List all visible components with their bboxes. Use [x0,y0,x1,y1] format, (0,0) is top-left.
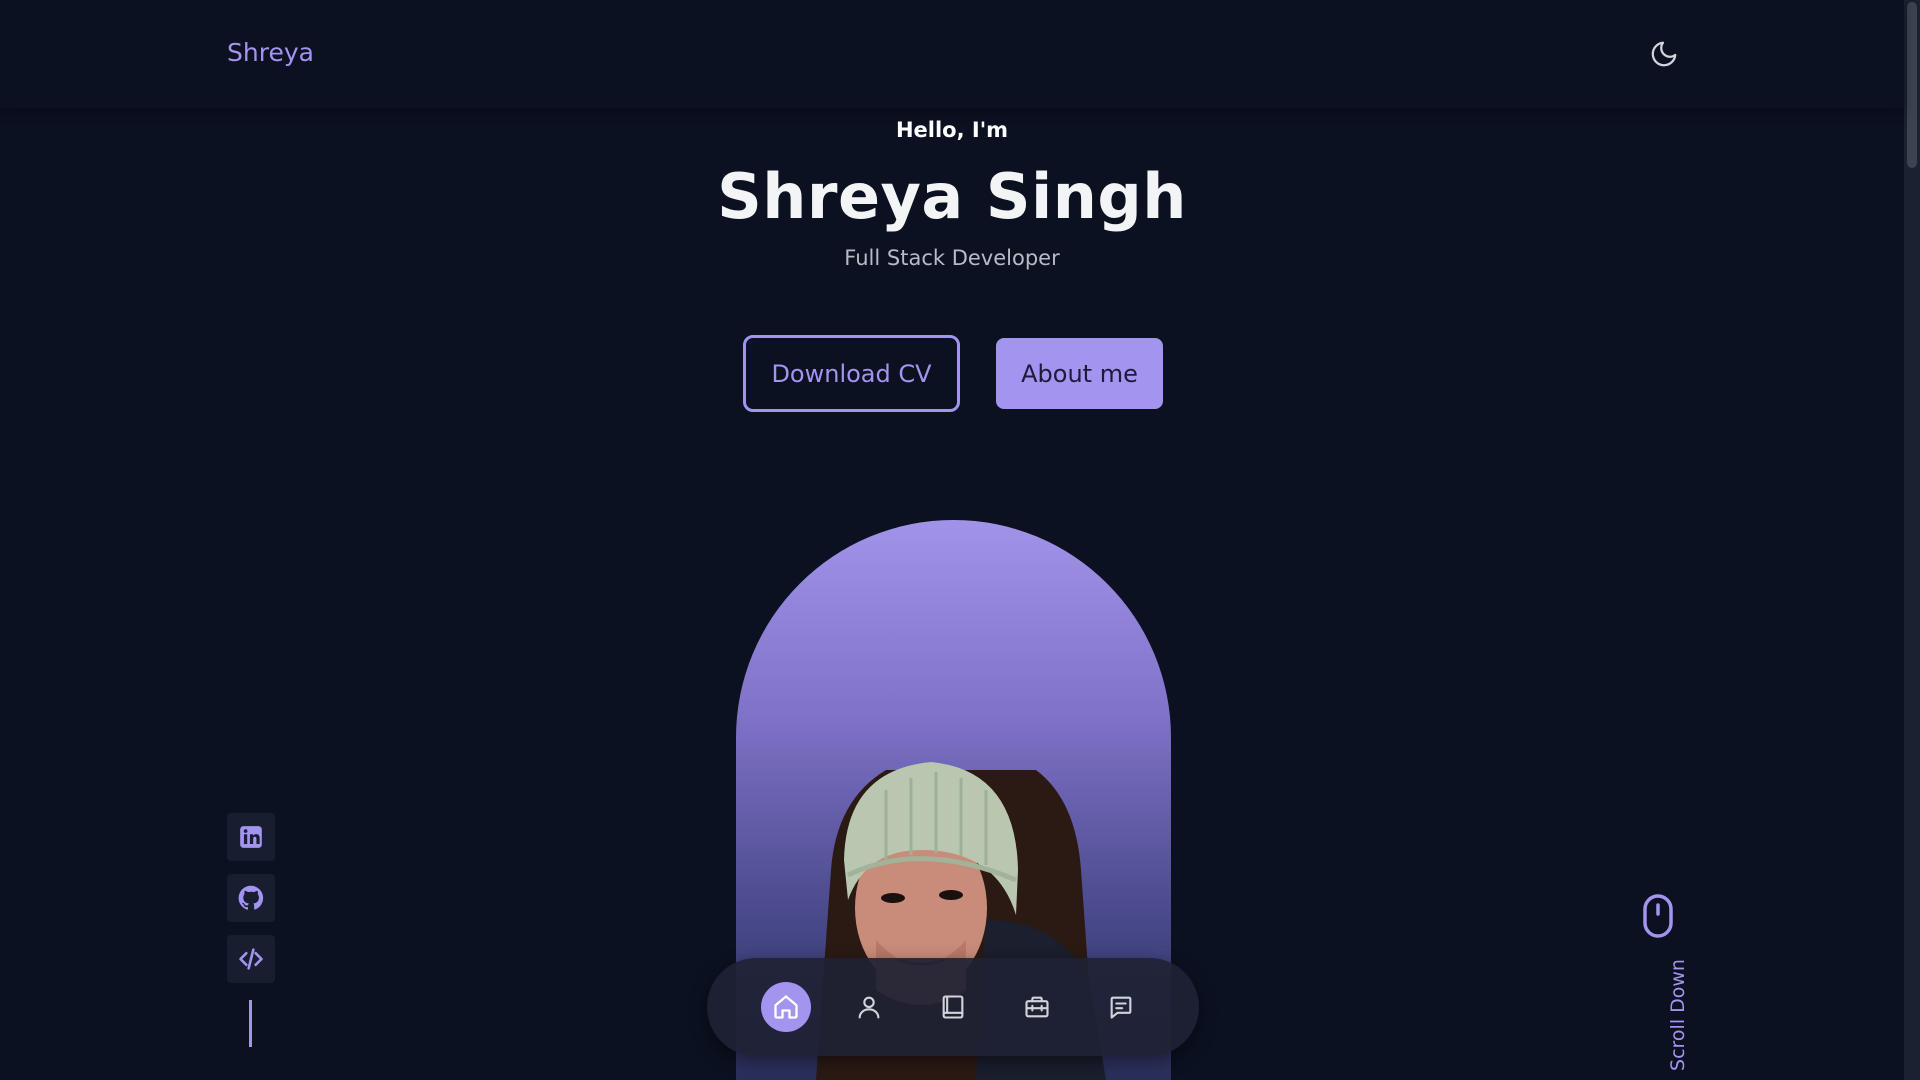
site-header: Shreya [0,0,1904,108]
linkedin-link[interactable] [227,813,275,861]
code-profile-link[interactable] [227,935,275,983]
code-icon [239,948,263,970]
github-link[interactable] [227,874,275,922]
book-icon [942,995,964,1019]
bottom-nav [707,958,1199,1056]
theme-toggle-button[interactable] [1648,38,1680,70]
download-cv-button[interactable]: Download CV [743,335,960,412]
moon-icon [1651,41,1677,67]
greeting-text: Hello, I'm [895,118,1009,142]
page-title: Shreya Singh [717,160,1187,233]
scrollbar-thumb[interactable] [1907,2,1917,168]
home-icon [774,995,798,1019]
social-divider-line [249,1000,252,1047]
mouse-icon [1643,894,1673,938]
briefcase-icon [1025,996,1049,1018]
github-icon [238,885,264,910]
nav-item-about[interactable] [844,982,894,1032]
nav-item-contact[interactable] [1096,982,1146,1032]
scroll-down-label[interactable]: Scroll Down [1667,950,1697,1080]
nav-item-resume[interactable] [928,982,978,1032]
nav-item-home[interactable] [761,982,811,1032]
message-icon [1110,996,1132,1019]
user-icon [858,996,880,1019]
linkedin-icon [240,826,262,848]
page-scrollbar[interactable] [1904,0,1920,1080]
role-subtitle: Full Stack Developer [844,246,1060,270]
about-me-button[interactable]: About me [996,338,1163,409]
nav-item-portfolio[interactable] [1012,982,1062,1032]
logo-link[interactable]: Shreya [227,38,314,67]
